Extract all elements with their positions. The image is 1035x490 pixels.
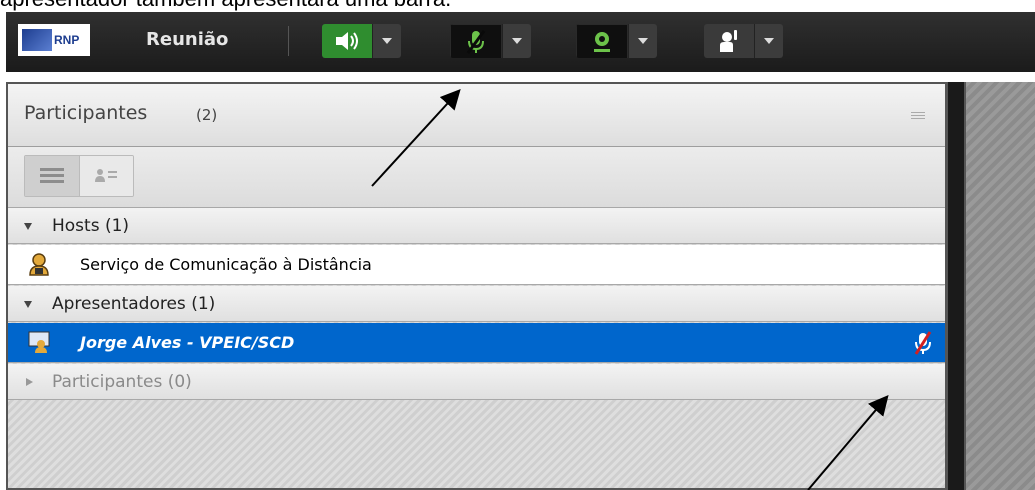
meeting-toolbar: RNP Reunião [6,12,1035,72]
raise-hand-button[interactable] [704,24,754,58]
raise-hand-icon [720,30,737,52]
logo-text: RNP [54,33,80,47]
webcam-icon [594,32,610,52]
card-view-button[interactable] [79,156,133,196]
presenter-icon [28,331,50,353]
speaker-button[interactable] [322,24,372,58]
speaker-dropdown[interactable] [372,24,401,58]
participant-row-selected[interactable]: Jorge Alves - VPEIC/SCD [8,323,945,363]
participant-name: Serviço de Comunicação à Distância [80,255,372,274]
mic-muted-icon [466,30,486,54]
webcam-button[interactable] [576,24,628,58]
microphone-button[interactable] [450,24,502,58]
list-view-button[interactable] [25,156,80,196]
chevron-down-icon [382,38,392,44]
speaker-icon [336,32,358,50]
group-participants[interactable]: Participantes (0) [8,364,945,400]
panel-header: Participantes (2) [8,84,945,147]
webcam-dropdown[interactable] [628,24,657,58]
view-mode-toggle [24,155,134,197]
list-view-icon [39,168,64,183]
caption-text: apresentador também apresentará uma barr… [0,0,1035,12]
group-label: Hosts (1) [52,216,130,236]
speaker-button-group [322,24,401,58]
chevron-down-icon [764,38,774,44]
expand-arrow-icon [24,301,32,308]
panel-divider [948,82,964,490]
expand-arrow-icon [24,223,32,230]
raise-hand-button-group [704,24,783,58]
rnp-logo: RNP [18,24,90,56]
chevron-down-icon [512,38,522,44]
card-view-icon [95,169,118,182]
webcam-button-group [576,24,657,58]
participant-count: (2) [196,106,218,124]
toolbar-divider [288,26,289,56]
meeting-menu[interactable]: Reunião [146,26,228,54]
panel-title: Participantes [24,102,148,124]
panel-options-icon[interactable] [911,110,925,121]
stage-area [964,82,1035,490]
raise-hand-dropdown[interactable] [754,24,783,58]
collapse-arrow-icon [26,378,33,386]
microphone-button-group [450,24,531,58]
participant-row[interactable]: Serviço de Comunicação à Distância [8,245,945,285]
participants-panel: Participantes (2) Hosts (1) Serviço de C… [6,82,948,490]
group-label: Participantes (0) [52,372,192,392]
group-hosts[interactable]: Hosts (1) [8,208,945,244]
participant-name: Jorge Alves - VPEIC/SCD [80,333,295,352]
mic-muted-icon [914,331,932,355]
group-presenters[interactable]: Apresentadores (1) [8,286,945,322]
chevron-down-icon [638,38,648,44]
rnp-logo-icon [22,29,52,51]
view-toolbar [8,147,945,208]
group-label: Apresentadores (1) [52,294,216,314]
microphone-dropdown[interactable] [502,24,531,58]
host-icon [29,253,49,276]
